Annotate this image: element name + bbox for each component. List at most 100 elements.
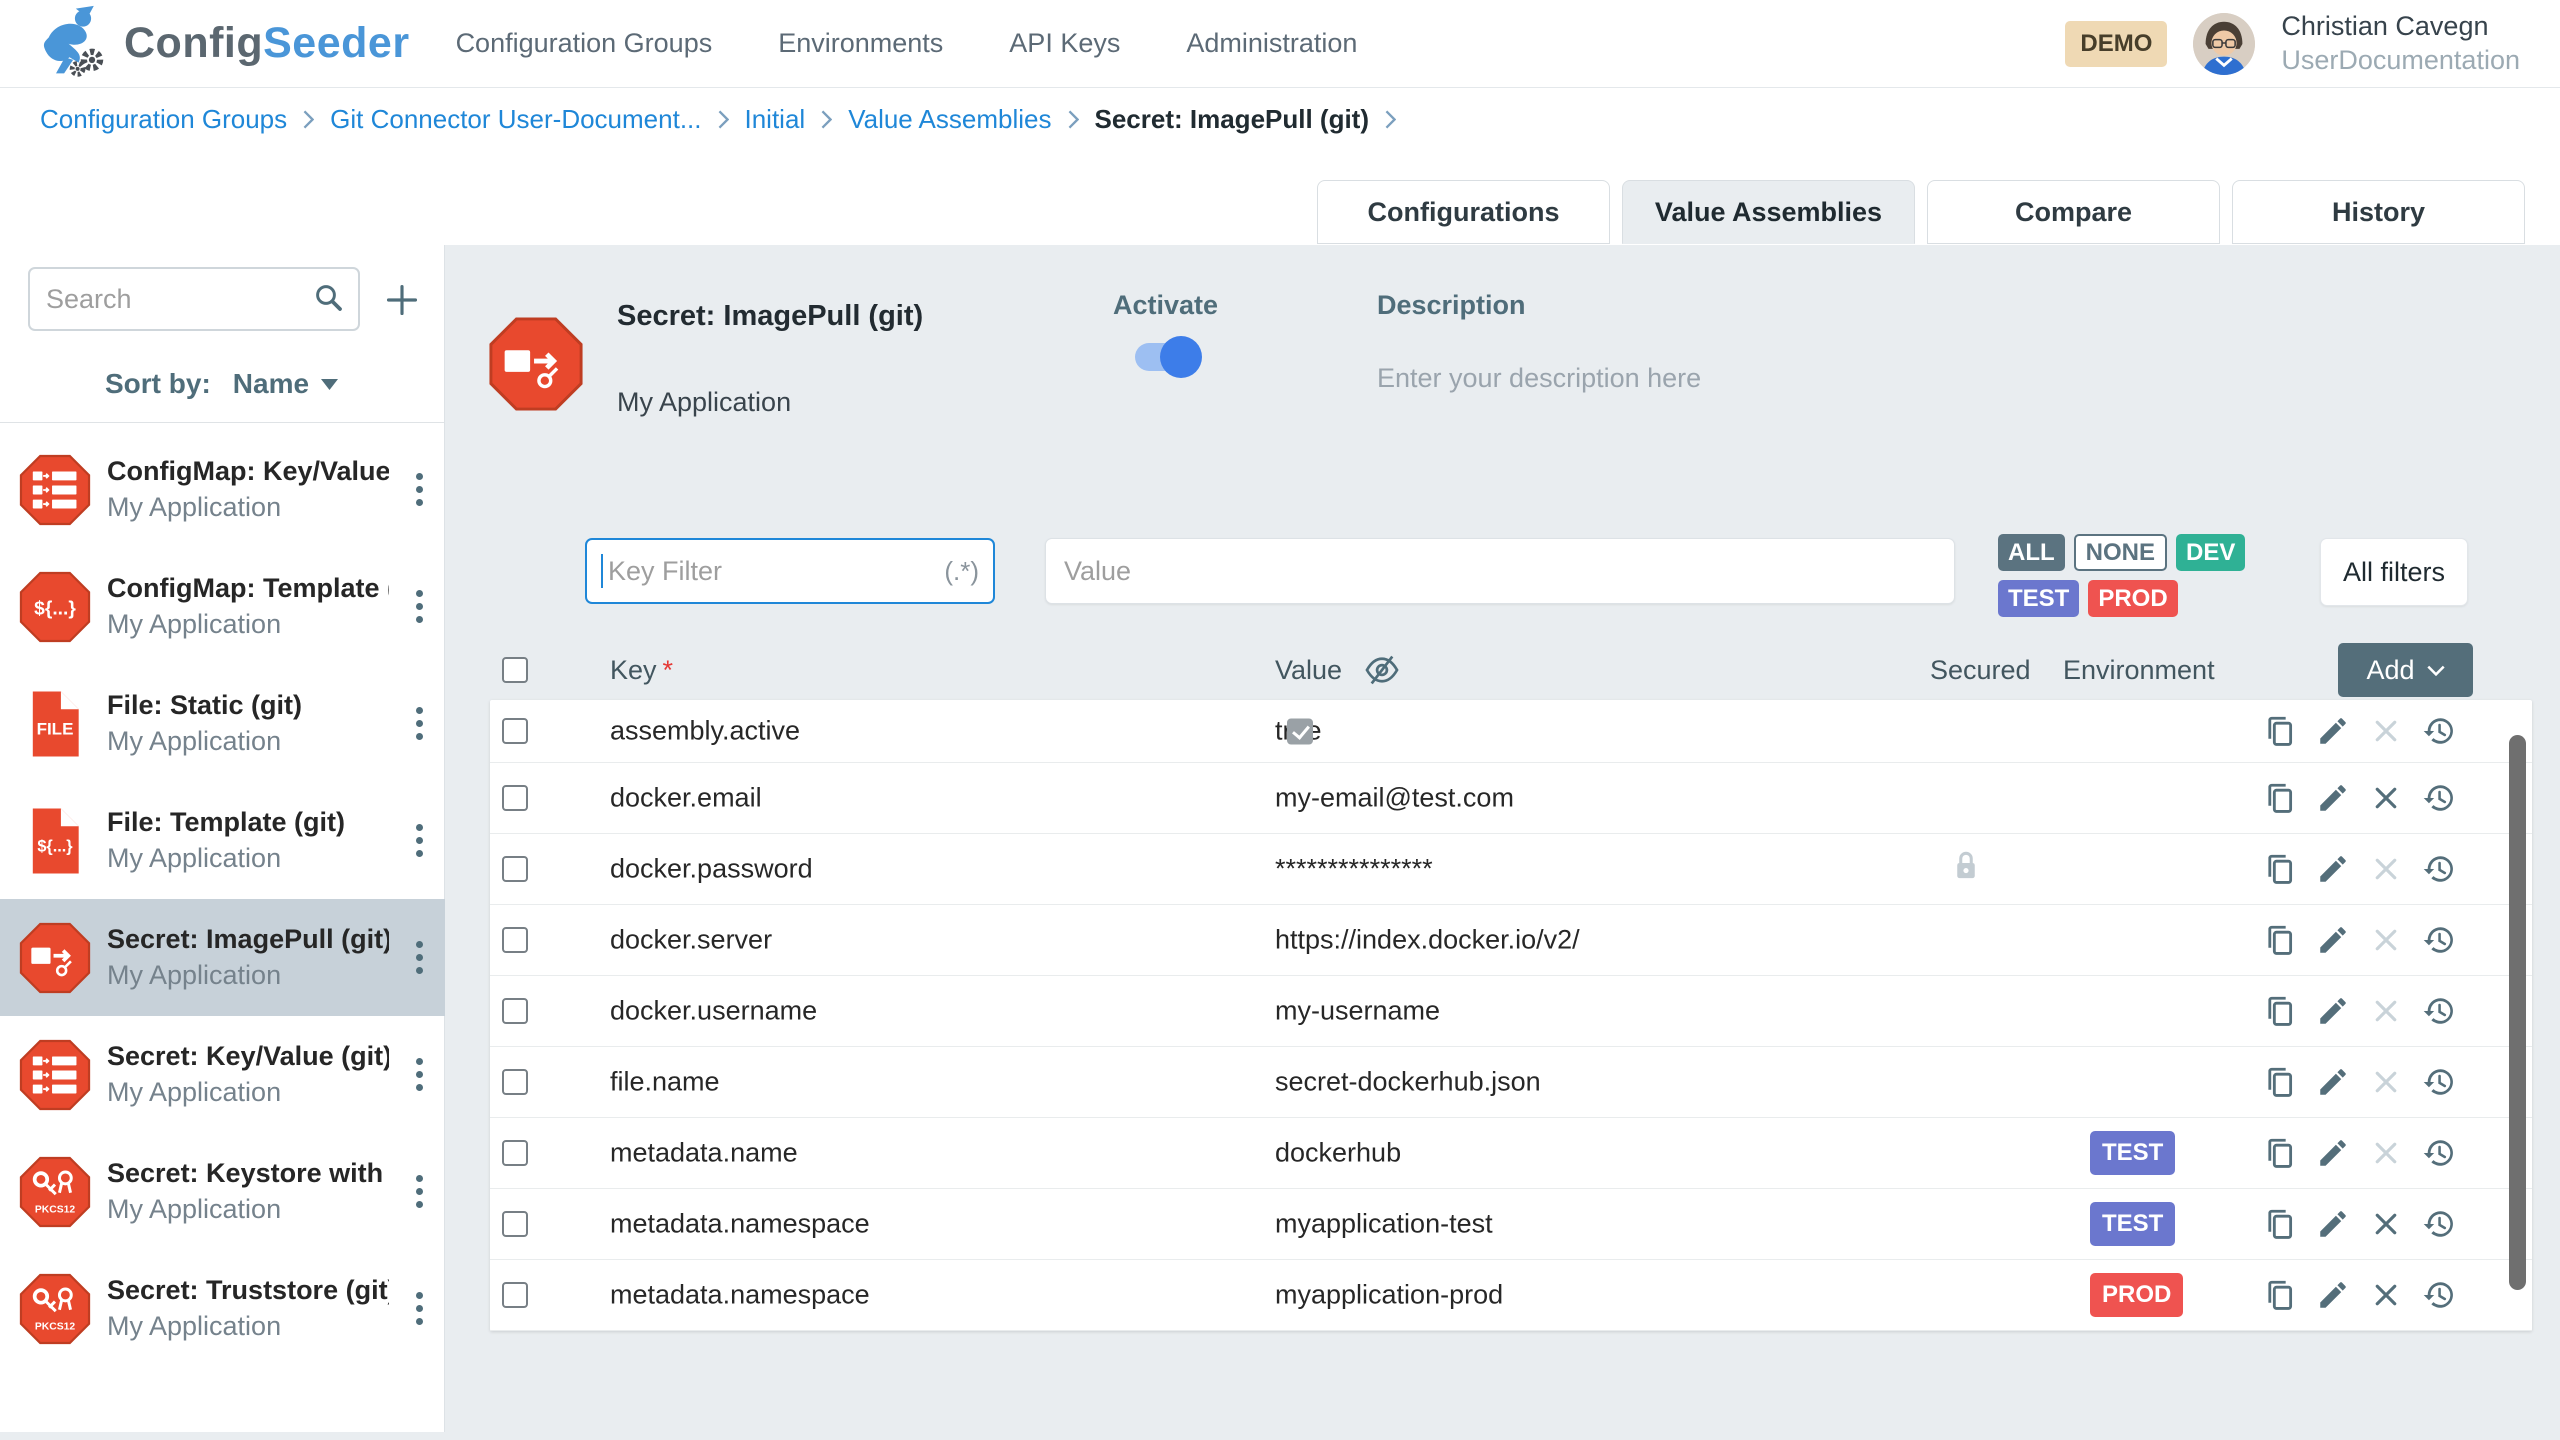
copy-icon[interactable] [2262, 780, 2298, 816]
row-checkbox[interactable] [502, 998, 528, 1024]
search-input[interactable] [44, 282, 312, 316]
kebab-menu-icon[interactable] [410, 935, 429, 980]
list-item[interactable]: PKCS12 Secret: Keystore with ... My Appl… [0, 1133, 445, 1250]
kebab-menu-icon[interactable] [410, 467, 429, 512]
history-icon[interactable] [2421, 1135, 2457, 1171]
edit-icon[interactable] [2315, 993, 2351, 1029]
environment-filter-badge[interactable]: ALL [1998, 534, 2065, 571]
tab[interactable]: Compare [1927, 180, 2220, 244]
edit-icon[interactable] [2315, 1135, 2351, 1171]
list-item[interactable]: FILE File: Static (git) My Application [0, 665, 445, 782]
row-checkbox[interactable] [502, 718, 528, 744]
add-value-button[interactable]: Add [2338, 643, 2473, 697]
environment-filter-badge[interactable]: NONE [2073, 534, 2167, 571]
tab[interactable]: History [2232, 180, 2525, 244]
list-item[interactable]: ConfigMap: Key/Value ... My Application [0, 431, 445, 548]
tab[interactable]: Value Assemblies [1622, 180, 1915, 244]
app-logo[interactable]: ConfigSeeder [38, 5, 410, 82]
nav-item[interactable]: Configuration Groups [456, 28, 713, 59]
edit-icon[interactable] [2315, 851, 2351, 887]
list-item[interactable]: ${...} File: Template (git) My Applicati… [0, 782, 445, 899]
row-checkbox[interactable] [502, 1069, 528, 1095]
search-icon[interactable] [312, 281, 344, 318]
environment-filter-badge[interactable]: PROD [2088, 580, 2178, 617]
environment-filter-badge[interactable]: TEST [1998, 580, 2080, 617]
row-checkbox[interactable] [502, 856, 528, 882]
edit-icon[interactable] [2315, 1206, 2351, 1242]
copy-icon[interactable] [2262, 1277, 2298, 1313]
key-filter-input[interactable] [606, 554, 937, 588]
breadcrumb-link[interactable]: Secret: ImagePull (git) [1095, 104, 1370, 135]
history-icon[interactable] [2421, 1277, 2457, 1313]
edit-icon[interactable] [2315, 1064, 2351, 1100]
nav-item[interactable]: Administration [1186, 28, 1357, 59]
copy-icon[interactable] [2262, 713, 2298, 749]
history-icon[interactable] [2421, 993, 2457, 1029]
tab[interactable]: Configurations [1317, 180, 1610, 244]
avatar[interactable] [2193, 12, 2256, 75]
kebab-menu-icon[interactable] [410, 1052, 429, 1097]
copy-icon[interactable] [2262, 1206, 2298, 1242]
nav-item[interactable]: Environments [778, 28, 943, 59]
edit-icon[interactable] [2315, 713, 2351, 749]
svg-text:${...}: ${...} [34, 598, 76, 619]
delete-icon[interactable] [2368, 993, 2404, 1029]
list-item[interactable]: Secret: ImagePull (git) My Application [0, 899, 445, 1016]
list-item[interactable]: PKCS12 Secret: Truststore (git) My Appli… [0, 1250, 445, 1367]
delete-icon[interactable] [2368, 1277, 2404, 1313]
sort-by-label: Sort by: [105, 368, 211, 399]
eye-off-icon[interactable] [1363, 651, 1401, 694]
copy-icon[interactable] [2262, 922, 2298, 958]
kebab-menu-icon[interactable] [410, 701, 429, 746]
history-icon[interactable] [2421, 713, 2457, 749]
delete-icon[interactable] [2368, 780, 2404, 816]
delete-icon[interactable] [2368, 1135, 2404, 1171]
kebab-menu-icon[interactable] [410, 584, 429, 629]
row-checkbox[interactable] [502, 1211, 528, 1237]
all-filters-button[interactable]: All filters [2320, 538, 2468, 606]
description-field[interactable]: Enter your description here [1377, 363, 1701, 394]
row-checkbox[interactable] [502, 927, 528, 953]
copy-icon[interactable] [2262, 851, 2298, 887]
list-item-title: ConfigMap: Key/Value ... [107, 456, 389, 487]
select-all-checkbox[interactable] [502, 657, 528, 683]
delete-icon[interactable] [2368, 713, 2404, 749]
history-icon[interactable] [2421, 1064, 2457, 1100]
breadcrumb-link[interactable]: Configuration Groups [40, 104, 287, 135]
table-scrollbar[interactable] [2509, 735, 2526, 1290]
value-filter-input[interactable] [1062, 554, 1938, 588]
breadcrumb-link[interactable]: Initial [745, 104, 806, 135]
copy-icon[interactable] [2262, 1135, 2298, 1171]
delete-icon[interactable] [2368, 851, 2404, 887]
history-icon[interactable] [2421, 1206, 2457, 1242]
kebab-menu-icon[interactable] [410, 818, 429, 863]
list-item[interactable]: ${...} ConfigMap: Template (... My Appli… [0, 548, 445, 665]
breadcrumb-link[interactable]: Git Connector User-Document... [330, 104, 701, 135]
edit-icon[interactable] [2315, 780, 2351, 816]
list-item[interactable]: Secret: Key/Value (git) My Application [0, 1016, 445, 1133]
add-configuration-button[interactable] [383, 281, 421, 324]
list-item-text: Secret: ImagePull (git) My Application [107, 922, 389, 992]
copy-icon[interactable] [2262, 1064, 2298, 1100]
kebab-menu-icon[interactable] [410, 1169, 429, 1214]
edit-icon[interactable] [2315, 922, 2351, 958]
row-checkbox[interactable] [502, 785, 528, 811]
row-checkbox[interactable] [502, 1282, 528, 1308]
activate-toggle[interactable] [1135, 336, 1202, 378]
breadcrumb-link[interactable]: Value Assemblies [848, 104, 1051, 135]
edit-icon[interactable] [2315, 1277, 2351, 1313]
list-item-subtitle: My Application [107, 491, 282, 522]
user-info[interactable]: Christian Cavegn UserDocumentation [2281, 10, 2520, 78]
copy-icon[interactable] [2262, 993, 2298, 1029]
environment-filter-badge[interactable]: DEV [2176, 534, 2246, 571]
nav-item[interactable]: API Keys [1009, 28, 1120, 59]
delete-icon[interactable] [2368, 922, 2404, 958]
kebab-menu-icon[interactable] [410, 1286, 429, 1331]
history-icon[interactable] [2421, 851, 2457, 887]
sort-by-select[interactable]: Name [233, 368, 339, 400]
row-checkbox[interactable] [502, 1140, 528, 1166]
history-icon[interactable] [2421, 922, 2457, 958]
history-icon[interactable] [2421, 780, 2457, 816]
delete-icon[interactable] [2368, 1206, 2404, 1242]
delete-icon[interactable] [2368, 1064, 2404, 1100]
